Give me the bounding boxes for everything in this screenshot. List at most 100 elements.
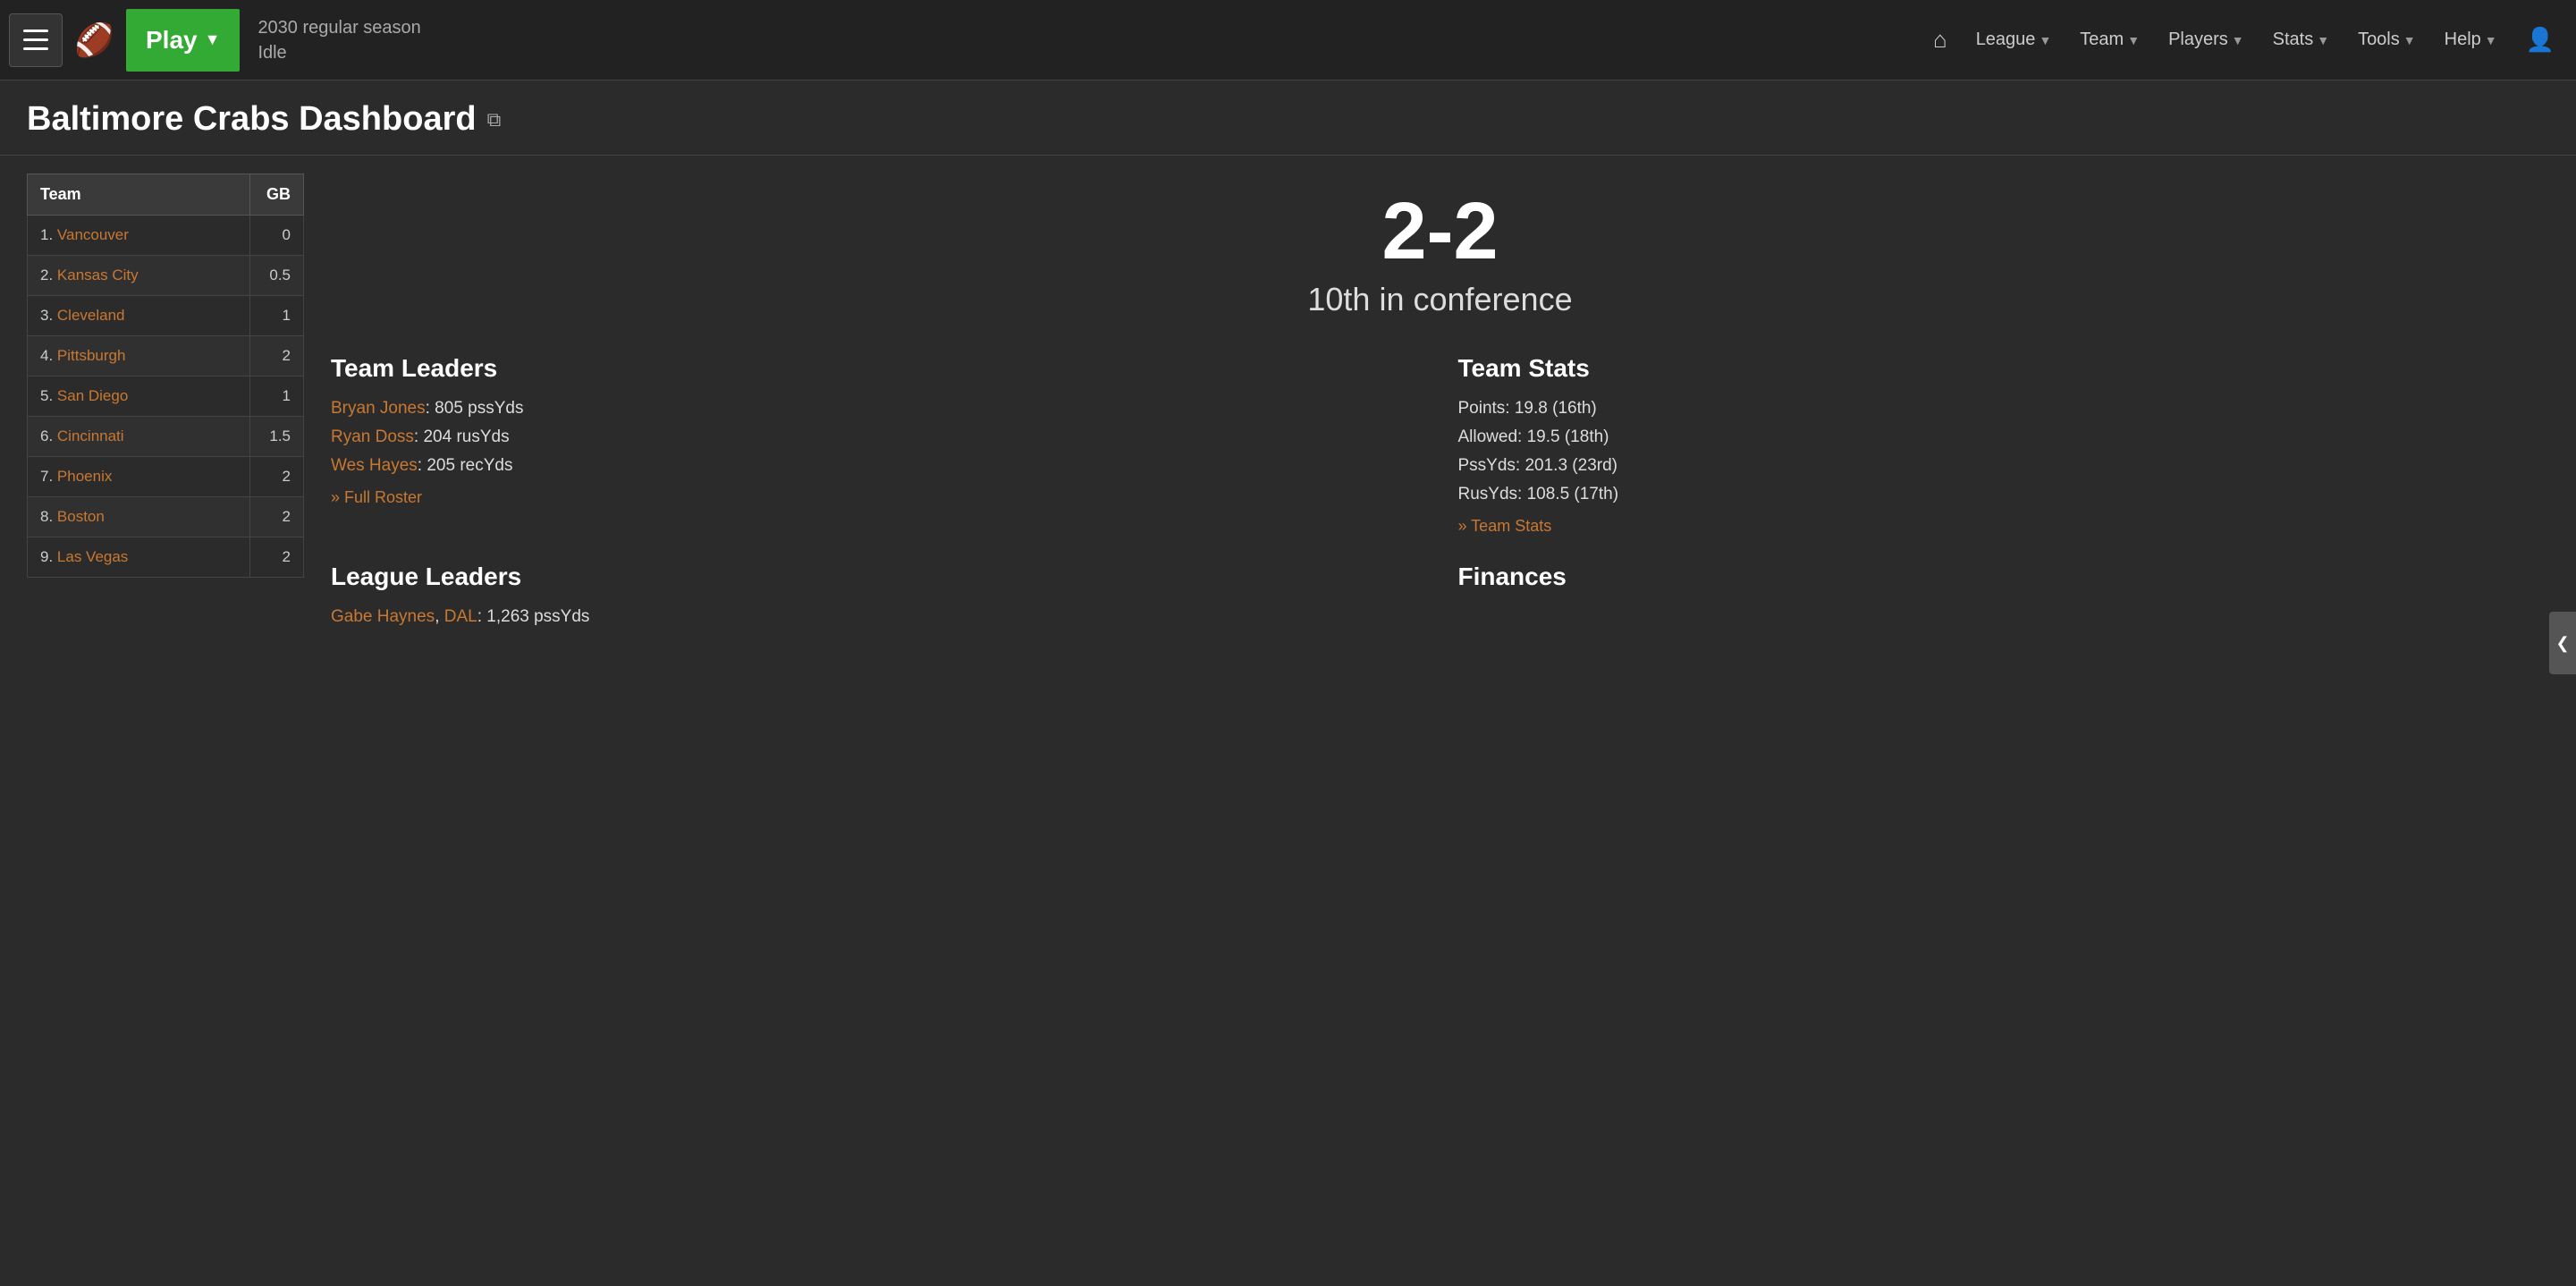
rank-number: 3.: [40, 307, 57, 324]
stats-label: Stats: [2273, 30, 2314, 50]
team-link[interactable]: Las Vegas: [57, 548, 128, 565]
hamburger-line1: [23, 30, 48, 32]
record-value: 2-2: [331, 191, 2549, 272]
leader-item: Ryan Doss: 204 rusYds: [331, 427, 1423, 447]
help-label: Help: [2445, 30, 2481, 50]
table-row: 2. Kansas City 0.5: [28, 256, 304, 296]
league-leaders-col: League Leaders Gabe Haynes, DAL: 1,263 p…: [331, 563, 1423, 636]
team-stats-link[interactable]: » Team Stats: [1458, 517, 2550, 536]
team-link[interactable]: Vancouver: [57, 226, 129, 243]
team-leaders-title: Team Leaders: [331, 354, 1423, 383]
home-icon: ⌂: [1933, 26, 1947, 54]
standings-team-cell: 4. Pittsburgh: [28, 336, 250, 376]
standings-panel: Team GB 1. Vancouver 0 2. Kansas City 0.…: [27, 173, 304, 636]
hamburger-line2: [23, 38, 48, 41]
football-icon: 🏈: [70, 15, 119, 64]
league-nav-link[interactable]: League ▼: [1964, 22, 2065, 57]
standings-gb-cell: 2: [250, 457, 304, 497]
standings-team-cell: 1. Vancouver: [28, 216, 250, 256]
standings-table: Team GB 1. Vancouver 0 2. Kansas City 0.…: [27, 173, 304, 578]
league-leader-item: Gabe Haynes, DAL: 1,263 pssYds: [331, 607, 1423, 627]
team-stats-list: Points: 19.8 (16th)Allowed: 19.5 (18th)P…: [1458, 399, 2550, 504]
team-leaders-list: Bryan Jones: 805 pssYds Ryan Doss: 204 ru…: [331, 399, 1423, 476]
league-leaders-title: League Leaders: [331, 563, 1423, 591]
rank-number: 2.: [40, 267, 57, 283]
table-row: 9. Las Vegas 2: [28, 537, 304, 578]
leader-item: Wes Hayes: 205 recYds: [331, 456, 1423, 476]
team-nav-link[interactable]: Team ▼: [2067, 22, 2152, 57]
navbar: 🏈 Play ▼ 2030 regular season Idle ⌂ Leag…: [0, 0, 2576, 80]
team-link[interactable]: San Diego: [57, 387, 128, 404]
team-leaders-col: Team Leaders Bryan Jones: 805 pssYds Ryan…: [331, 354, 1423, 536]
tools-arrow: ▼: [2403, 33, 2416, 47]
team-link[interactable]: Pittsburgh: [57, 347, 126, 364]
team-stats-col: Team Stats Points: 19.8 (16th)Allowed: 1…: [1458, 354, 2550, 536]
standings-team-cell: 9. Las Vegas: [28, 537, 250, 578]
help-nav-link[interactable]: Help ▼: [2432, 22, 2510, 57]
team-col-header: Team: [28, 174, 250, 216]
hamburger-line3: [23, 47, 48, 50]
full-roster-link[interactable]: » Full Roster: [331, 488, 1423, 507]
standings-team-cell: 5. San Diego: [28, 376, 250, 417]
hamburger-button[interactable]: [9, 13, 63, 67]
team-link[interactable]: Boston: [57, 508, 105, 525]
standings-gb-cell: 2: [250, 537, 304, 578]
table-row: 8. Boston 2: [28, 497, 304, 537]
record-section: 2-2 10th in conference: [331, 173, 2549, 327]
team-arrow: ▼: [2127, 33, 2140, 47]
standings-gb-cell: 0: [250, 216, 304, 256]
league-player-link[interactable]: Gabe Haynes: [331, 607, 435, 626]
rank-number: 4.: [40, 347, 57, 364]
tools-nav-link[interactable]: Tools ▼: [2345, 22, 2428, 57]
ext-link-icon[interactable]: ⧉: [487, 108, 502, 131]
user-icon: 👤: [2526, 26, 2555, 54]
idle-status: Idle: [258, 40, 420, 65]
table-row: 1. Vancouver 0: [28, 216, 304, 256]
standings-team-cell: 8. Boston: [28, 497, 250, 537]
stats-nav-link[interactable]: Stats ▼: [2260, 22, 2342, 57]
standings-gb-cell: 1: [250, 376, 304, 417]
team-link[interactable]: Cincinnati: [57, 427, 124, 444]
finances-title: Finances: [1458, 563, 2550, 591]
standings-team-cell: 7. Phoenix: [28, 457, 250, 497]
team-link[interactable]: Phoenix: [57, 468, 112, 485]
nav-status: 2030 regular season Idle: [258, 15, 420, 65]
nav-links: ⌂ League ▼ Team ▼ Players ▼ Stats ▼ Tool…: [1921, 19, 2567, 61]
table-row: 3. Cleveland 1: [28, 296, 304, 336]
table-row: 4. Pittsburgh 2: [28, 336, 304, 376]
gb-col-header: GB: [250, 174, 304, 216]
play-button[interactable]: Play ▼: [126, 9, 240, 72]
finances-col: Finances: [1458, 563, 2550, 636]
table-row: 7. Phoenix 2: [28, 457, 304, 497]
player-link[interactable]: Wes Hayes: [331, 456, 418, 475]
home-nav-link[interactable]: ⌂: [1921, 19, 1960, 61]
league-leaders-list: Gabe Haynes, DAL: 1,263 pssYds: [331, 607, 1423, 627]
team-abbr: DAL: [444, 607, 477, 626]
help-arrow: ▼: [2485, 33, 2497, 47]
player-link[interactable]: Ryan Doss: [331, 427, 414, 446]
season-status: 2030 regular season: [258, 15, 420, 40]
standings-team-cell: 3. Cleveland: [28, 296, 250, 336]
rank-number: 6.: [40, 427, 57, 444]
leader-item: Bryan Jones: 805 pssYds: [331, 399, 1423, 419]
sidebar-toggle[interactable]: ❮: [2549, 612, 2576, 674]
rank-number: 5.: [40, 387, 57, 404]
player-link[interactable]: Bryan Jones: [331, 399, 426, 418]
table-row: 6. Cincinnati 1.5: [28, 417, 304, 457]
team-link[interactable]: Cleveland: [57, 307, 125, 324]
players-arrow: ▼: [2232, 33, 2244, 47]
players-nav-link[interactable]: Players ▼: [2156, 22, 2257, 57]
standings-gb-cell: 1.5: [250, 417, 304, 457]
tools-label: Tools: [2358, 30, 2400, 50]
standings-team-cell: 6. Cincinnati: [28, 417, 250, 457]
players-label: Players: [2168, 30, 2228, 50]
main-content: Team GB 1. Vancouver 0 2. Kansas City 0.…: [0, 156, 2576, 654]
page-title: Baltimore Crabs Dashboard: [27, 100, 477, 139]
table-row: 5. San Diego 1: [28, 376, 304, 417]
user-nav-link[interactable]: 👤: [2513, 19, 2567, 61]
stat-item: Points: 19.8 (16th): [1458, 399, 2550, 419]
team-link[interactable]: Kansas City: [57, 267, 139, 283]
rank-number: 8.: [40, 508, 57, 525]
dashboard-panel: 2-2 10th in conference Team Leaders Brya…: [331, 173, 2549, 636]
rank-number: 9.: [40, 548, 57, 565]
